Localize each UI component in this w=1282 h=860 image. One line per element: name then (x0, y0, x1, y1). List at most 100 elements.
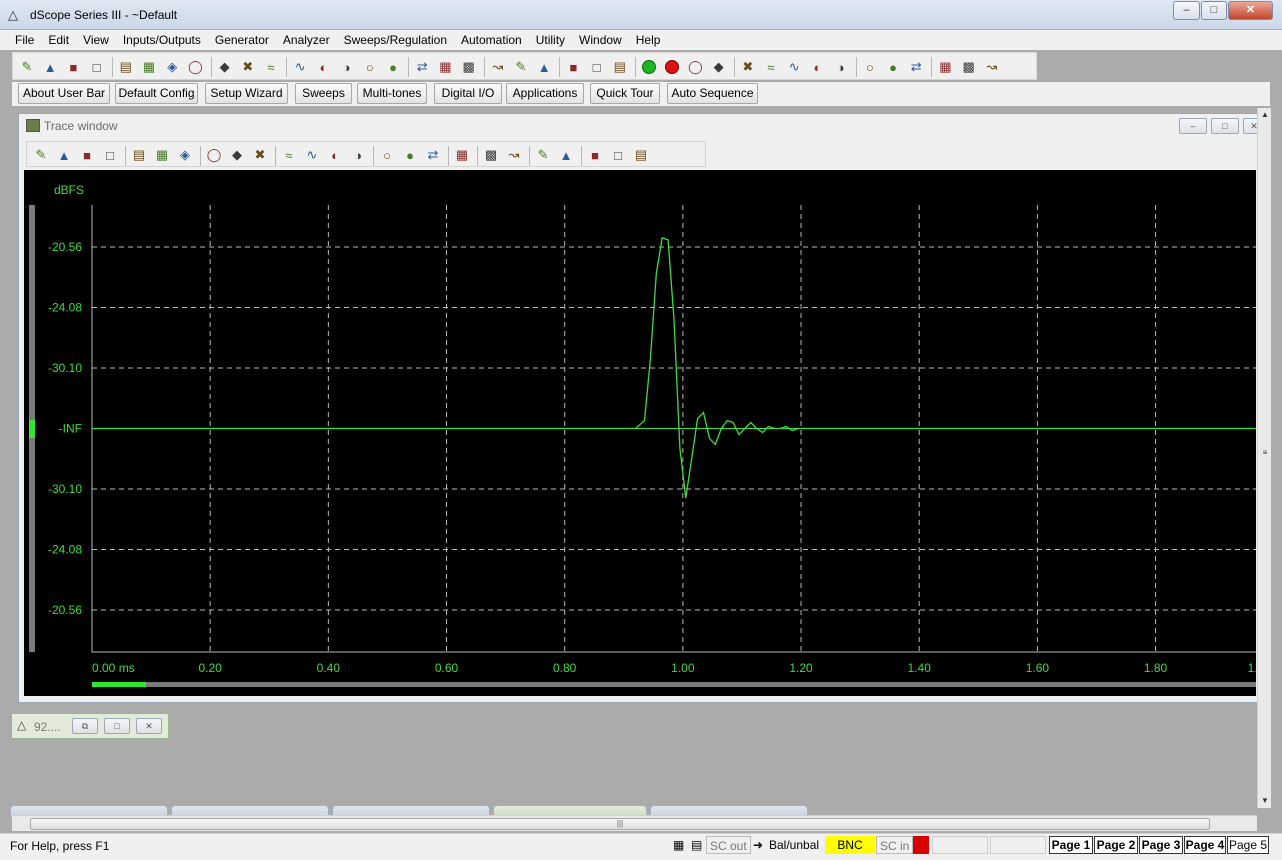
close-button[interactable]: ✕ (1228, 1, 1273, 20)
scroll-down-icon[interactable]: ▼ (1258, 794, 1272, 808)
settings-icon[interactable]: ◈ (175, 145, 195, 165)
page-2-button[interactable]: Page 2 (1094, 836, 1138, 854)
fit-icon[interactable]: ✖ (250, 145, 270, 165)
page-3-button[interactable]: Page 3 (1139, 836, 1183, 854)
minimize-button[interactable]: – (1173, 1, 1200, 20)
compare-icon[interactable]: ▤ (631, 145, 651, 165)
menu-inputs-outputs[interactable]: Inputs/Outputs (116, 30, 208, 50)
menu-window[interactable]: Window (572, 30, 629, 50)
fft-icon[interactable]: ≈ (761, 57, 781, 77)
digital-io-button[interactable]: Digital I/O (434, 83, 502, 104)
cursor-4-icon[interactable]: ◑ (348, 145, 368, 165)
trace-wave-icon[interactable]: ▲ (54, 145, 74, 165)
doc-icon[interactable]: ↝ (982, 57, 1002, 77)
scroll-up-icon[interactable]: ▲ (1258, 108, 1272, 122)
zoom-all-icon[interactable]: ▦ (452, 145, 472, 165)
cursor-2-icon[interactable]: ∿ (302, 145, 322, 165)
offset-icon[interactable]: ✎ (533, 145, 553, 165)
dropdown-icon[interactable]: ▩ (959, 57, 979, 77)
scope-icon[interactable]: ◆ (709, 57, 729, 77)
cursor-1-icon[interactable]: ≈ (279, 145, 299, 165)
run-icon[interactable] (639, 57, 659, 77)
chart-icon[interactable]: ◑ (831, 57, 851, 77)
horizontal-scrollbar[interactable]: ||| (12, 815, 1257, 831)
gen-wave-2-icon[interactable]: ▦ (435, 57, 455, 77)
minimized-close-button[interactable]: ✕ (136, 718, 162, 734)
page-4-button[interactable]: Page 4 (1184, 836, 1226, 854)
output-1-icon[interactable]: ▤ (116, 57, 136, 77)
peak-icon[interactable]: ● (400, 145, 420, 165)
menu-file[interactable]: File (8, 30, 41, 50)
save-as-icon[interactable]: □ (87, 57, 107, 77)
output-3-icon[interactable]: ◈ (162, 57, 182, 77)
menu-sweeps-regulation[interactable]: Sweeps/Regulation (337, 30, 454, 50)
save-icon[interactable]: ■ (63, 57, 83, 77)
output-4-icon[interactable]: ◯ (185, 57, 205, 77)
zoom-x-icon[interactable]: ◯ (204, 145, 224, 165)
new-icon[interactable]: ▲ (40, 57, 60, 77)
input-2-icon[interactable]: ◐ (313, 57, 333, 77)
analyzer-2-icon[interactable]: ✎ (511, 57, 531, 77)
paste-icon[interactable]: ▦ (935, 57, 955, 77)
analyzer-1-icon[interactable]: ↝ (488, 57, 508, 77)
marker-up-icon[interactable]: ▩ (481, 145, 501, 165)
trace-restore-button[interactable]: □ (1211, 118, 1239, 134)
smooth-icon[interactable]: ⇄ (423, 145, 443, 165)
menu-edit[interactable]: Edit (41, 30, 76, 50)
minimized-window[interactable]: △ 92.... ⧉ □ ✕ (11, 713, 169, 739)
vertical-scrollbar[interactable]: ▲ ≡ ▼ (1257, 108, 1271, 808)
about-user-bar-button[interactable]: About User Bar (18, 83, 110, 104)
input-1-icon[interactable]: ∿ (290, 57, 310, 77)
output-cross-icon[interactable]: ≈ (261, 57, 281, 77)
trace-plot[interactable]: dBFS -20.56 -24.08 -30.10 -INF -30.10 -24.08 -2… (24, 170, 1256, 696)
preset-c-icon[interactable]: ▤ (610, 57, 630, 77)
reg-3-icon[interactable]: ⇄ (906, 57, 926, 77)
quick-tour-button[interactable]: Quick Tour (590, 83, 660, 104)
menu-analyzer[interactable]: Analyzer (276, 30, 337, 50)
open-icon[interactable]: ✎ (17, 57, 37, 77)
setup-wizard-button[interactable]: Setup Wizard (205, 83, 288, 104)
gen-wave-3-icon[interactable]: ▩ (459, 57, 479, 77)
analyzer-3-icon[interactable]: ▲ (534, 57, 554, 77)
mark-icon[interactable]: ◐ (807, 57, 827, 77)
menu-help[interactable]: Help (629, 30, 668, 50)
link-icon[interactable]: ▲ (556, 145, 576, 165)
multi-tones-button[interactable]: Multi-tones (357, 83, 427, 104)
scroll-grip-icon[interactable]: ≡ (1258, 446, 1272, 460)
page-1-button[interactable]: Page 1 (1049, 836, 1093, 854)
output-mute-icon[interactable]: ◆ (215, 57, 235, 77)
reg-1-icon[interactable]: ○ (860, 57, 880, 77)
stop-icon[interactable] (662, 57, 682, 77)
minimized-restore-button[interactable]: ⧉ (72, 718, 98, 734)
sweeps-button[interactable]: Sweeps (295, 83, 352, 104)
cursor-3-icon[interactable]: ◐ (325, 145, 345, 165)
minimized-maximize-button[interactable]: □ (104, 718, 130, 734)
graph-icon[interactable]: ▤ (129, 145, 149, 165)
applications-button[interactable]: Applications (506, 83, 584, 104)
graph-edit-icon[interactable]: ▦ (152, 145, 172, 165)
gen-wave-1-icon[interactable]: ⇄ (412, 57, 432, 77)
preset-b-icon[interactable]: □ (587, 57, 607, 77)
menu-automation[interactable]: Automation (454, 30, 529, 50)
trace-chart[interactable]: dBFS -20.56 -24.08 -30.10 -INF -30.10 -24.08 -2… (24, 170, 1256, 696)
trace-save-icon[interactable]: ■ (77, 145, 97, 165)
trace-copy-icon[interactable]: □ (100, 145, 120, 165)
menu-utility[interactable]: Utility (529, 30, 572, 50)
measure-icon[interactable]: ○ (377, 145, 397, 165)
hold-icon[interactable]: ■ (585, 145, 605, 165)
input-cross-icon[interactable]: ● (383, 57, 403, 77)
filter-icon[interactable]: ∿ (784, 57, 804, 77)
add-trace-icon[interactable]: ✎ (31, 145, 51, 165)
scroll-thumb[interactable]: ||| (30, 818, 1210, 830)
default-config-button[interactable]: Default Config (115, 83, 198, 104)
page-5-button[interactable]: Page 5 (1227, 836, 1269, 854)
sweep-icon[interactable]: ◯ (685, 57, 705, 77)
average-icon[interactable]: □ (608, 145, 628, 165)
maximize-button[interactable]: □ (1201, 1, 1227, 20)
auto-sequence-button[interactable]: Auto Sequence (667, 83, 758, 104)
output-2-icon[interactable]: ▦ (139, 57, 159, 77)
menu-generator[interactable]: Generator (208, 30, 276, 50)
reg-2-icon[interactable]: ● (883, 57, 903, 77)
spectrum-icon[interactable]: ✖ (738, 57, 758, 77)
preset-a-icon[interactable]: ■ (563, 57, 583, 77)
